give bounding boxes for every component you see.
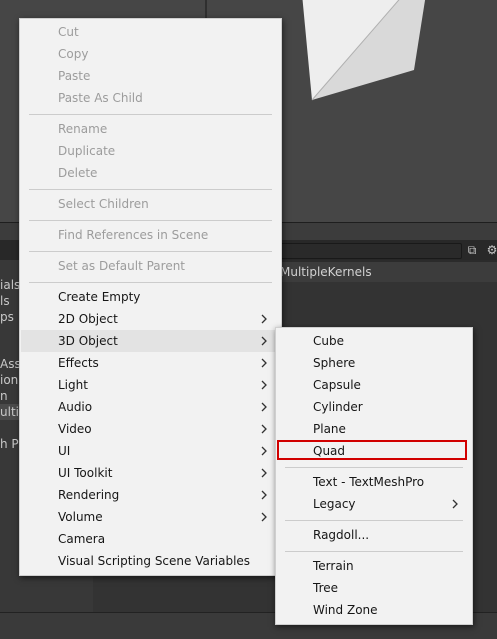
menu-item-rendering[interactable]: Rendering [21, 484, 280, 506]
chevron-right-icon [261, 336, 267, 346]
menu-separator [285, 467, 463, 468]
menu-separator [285, 551, 463, 552]
quad-preview-shape [302, 0, 426, 101]
context-menu: Cut Copy Paste Paste As Child Rename Dup… [19, 18, 282, 576]
menu-item-label: Camera [58, 532, 106, 546]
menu-item-rename[interactable]: Rename [21, 118, 280, 140]
menu-item-copy[interactable]: Copy [21, 43, 280, 65]
menu-item-label: Create Empty [58, 290, 141, 304]
menu-item-label: Visual Scripting Scene Variables [58, 554, 251, 568]
menu-item-paste[interactable]: Paste [21, 65, 280, 87]
menu-item-label: Audio [58, 400, 93, 414]
menu-item-create-empty[interactable]: Create Empty [21, 286, 280, 308]
menu-item-label: Light [58, 378, 88, 392]
submenu-item-terrain[interactable]: Terrain [277, 555, 471, 577]
menu-separator [29, 282, 272, 283]
submenu-3d-object: Cube Sphere Capsule Cylinder Plane Quad … [275, 327, 473, 625]
search-input[interactable] [280, 243, 462, 259]
hierarchy-label: ials [0, 278, 21, 292]
menu-item-find-references[interactable]: Find References in Scene [21, 224, 280, 246]
submenu-item-tree[interactable]: Tree [277, 577, 471, 599]
menu-item-label: Volume [58, 510, 103, 524]
settings-icon[interactable]: ⚙ [485, 243, 497, 257]
menu-item-label: Legacy [313, 497, 356, 511]
hierarchy-label: ls [0, 294, 10, 308]
menu-item-2d-object[interactable]: 2D Object [21, 308, 280, 330]
chevron-right-icon [261, 314, 267, 324]
chevron-right-icon [261, 490, 267, 500]
chevron-right-icon [261, 424, 267, 434]
menu-item-paste-as-child[interactable]: Paste As Child [21, 87, 280, 109]
submenu-item-cube[interactable]: Cube [277, 330, 471, 352]
menu-separator [285, 520, 463, 521]
chevron-right-icon [261, 468, 267, 478]
menu-separator [29, 220, 272, 221]
menu-item-label: Rendering [58, 488, 120, 502]
chevron-right-icon [261, 358, 267, 368]
menu-item-label: UI [58, 444, 71, 458]
menu-item-label: Video [58, 422, 92, 436]
submenu-item-cylinder[interactable]: Cylinder [277, 396, 471, 418]
menu-item-effects[interactable]: Effects [21, 352, 280, 374]
menu-item-audio[interactable]: Audio [21, 396, 280, 418]
hierarchy-label: Ass [0, 357, 21, 371]
lock-icon[interactable]: ⧉ [465, 243, 479, 257]
menu-separator [29, 189, 272, 190]
chevron-right-icon [452, 499, 458, 509]
menu-separator [29, 114, 272, 115]
project-header-label: MultipleKernels [280, 265, 372, 279]
menu-item-label: UI Toolkit [58, 466, 113, 480]
menu-item-delete[interactable]: Delete [21, 162, 280, 184]
menu-item-label: 2D Object [58, 312, 118, 326]
chevron-right-icon [261, 446, 267, 456]
menu-item-label: Effects [58, 356, 99, 370]
menu-item-light[interactable]: Light [21, 374, 280, 396]
submenu-item-plane[interactable]: Plane [277, 418, 471, 440]
menu-item-volume[interactable]: Volume [21, 506, 280, 528]
menu-separator [29, 251, 272, 252]
chevron-right-icon [261, 402, 267, 412]
chevron-right-icon [261, 380, 267, 390]
menu-item-select-children[interactable]: Select Children [21, 193, 280, 215]
chevron-right-icon [261, 512, 267, 522]
submenu-item-legacy[interactable]: Legacy [277, 493, 471, 515]
submenu-item-ragdoll[interactable]: Ragdoll... [277, 524, 471, 546]
quad-highlight-box [277, 440, 467, 460]
hierarchy-label: ion [0, 373, 19, 387]
menu-item-camera[interactable]: Camera [21, 528, 280, 550]
menu-item-3d-object[interactable]: 3D Object [21, 330, 280, 352]
submenu-item-capsule[interactable]: Capsule [277, 374, 471, 396]
menu-item-ui-toolkit[interactable]: UI Toolkit [21, 462, 280, 484]
menu-item-set-default-parent[interactable]: Set as Default Parent [21, 255, 280, 277]
hierarchy-label: n [0, 389, 8, 403]
menu-item-visual-scripting-scene-variables[interactable]: Visual Scripting Scene Variables [21, 550, 280, 572]
menu-item-label: 3D Object [58, 334, 118, 348]
menu-item-cut[interactable]: Cut [21, 21, 280, 43]
menu-item-ui[interactable]: UI [21, 440, 280, 462]
submenu-item-sphere[interactable]: Sphere [277, 352, 471, 374]
menu-item-video[interactable]: Video [21, 418, 280, 440]
submenu-item-text-textmeshpro[interactable]: Text - TextMeshPro [277, 471, 471, 493]
submenu-item-wind-zone[interactable]: Wind Zone [277, 599, 471, 621]
menu-item-duplicate[interactable]: Duplicate [21, 140, 280, 162]
hierarchy-label: ps [0, 310, 14, 324]
